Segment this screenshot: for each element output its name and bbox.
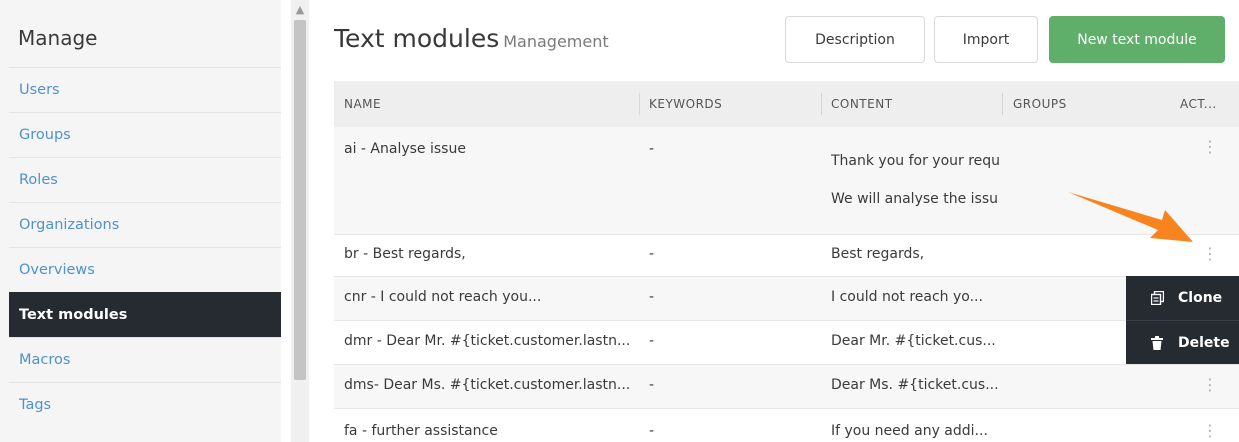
clone-menu-item[interactable]: Clone [1126, 276, 1239, 320]
sidebar-item-overviews[interactable]: Overviews [9, 247, 281, 292]
row-content: We will analyse the issu [831, 191, 998, 207]
row-content: Dear Ms. #{ticket.cus... [831, 377, 999, 393]
trash-icon [1150, 335, 1164, 350]
row-actions-icon[interactable]: ⋮ [1202, 375, 1218, 394]
row-keywords: - [649, 141, 655, 157]
sidebar-title: Manage [18, 26, 98, 50]
sidebar-item-roles[interactable]: Roles [9, 157, 281, 202]
row-content: Thank you for your requ [831, 153, 1001, 169]
delete-menu-item[interactable]: Delete [1126, 320, 1239, 364]
column-header-content[interactable]: CONTENT [831, 81, 893, 127]
row-keywords: - [649, 246, 655, 262]
column-header-keywords[interactable]: KEYWORDS [649, 81, 722, 127]
table-header: NAME KEYWORDS CONTENT GROUPS ACT... [334, 81, 1239, 127]
scroll-thumb[interactable] [294, 20, 306, 380]
row-name[interactable]: cnr - I could not reach you... [344, 289, 644, 305]
row-keywords: - [649, 423, 655, 439]
column-divider[interactable] [639, 93, 640, 115]
sidebar-item-macros[interactable]: Macros [9, 337, 281, 382]
new-text-module-button[interactable]: New text module [1049, 16, 1225, 63]
column-header-name[interactable]: NAME [344, 81, 381, 127]
row-name[interactable]: ai - Analyse issue [344, 141, 644, 157]
row-name[interactable]: dmr - Dear Mr. #{ticket.customer.lastn..… [344, 333, 644, 349]
row-actions-icon[interactable]: ⋮ [1202, 244, 1218, 263]
clone-label: Clone [1178, 290, 1223, 306]
row-keywords: - [649, 377, 655, 393]
table-row[interactable]: dms- Dear Ms. #{ticket.customer.lastn...… [334, 365, 1239, 409]
table-row[interactable]: dmr - Dear Mr. #{ticket.customer.lastn..… [334, 321, 1239, 365]
sidebar-item-tags[interactable]: Tags [9, 382, 281, 427]
sidebar: Manage Users Groups Roles Organizations … [0, 0, 281, 442]
column-divider[interactable] [821, 93, 822, 115]
row-content: Best regards, [831, 246, 925, 262]
row-keywords: - [649, 289, 655, 305]
clone-icon [1150, 291, 1164, 305]
row-actions-icon[interactable]: ⋮ [1202, 421, 1218, 440]
column-divider[interactable] [1002, 93, 1003, 115]
sidebar-scrollbar[interactable]: ▲ [291, 0, 309, 442]
sidebar-item-text-modules[interactable]: Text modules [9, 292, 281, 337]
page-title-text: Text modules [334, 24, 500, 53]
row-content: Dear Mr. #{ticket.cus... [831, 333, 996, 349]
row-content: I could not reach yo... [831, 289, 983, 305]
column-header-actions: ACT... [1180, 97, 1217, 111]
column-header-groups[interactable]: GROUPS [1013, 81, 1067, 127]
sidebar-nav: Users Groups Roles Organizations Overvie… [9, 67, 281, 427]
row-keywords: - [649, 333, 655, 349]
row-action-menu: Clone Delete [1126, 276, 1239, 364]
row-name[interactable]: fa - further assistance [344, 423, 644, 439]
row-content: If you need any addi... [831, 423, 988, 439]
sidebar-item-groups[interactable]: Groups [9, 112, 281, 157]
table-row[interactable]: cnr - I could not reach you... - I could… [334, 277, 1239, 321]
row-name[interactable]: dms- Dear Ms. #{ticket.customer.lastn... [344, 377, 644, 393]
page-title: Text modules Management [334, 24, 609, 53]
page-subtitle: Management [503, 32, 609, 51]
description-button[interactable]: Description [785, 16, 925, 63]
row-actions-icon[interactable]: ⋮ [1202, 137, 1218, 156]
sidebar-item-organizations[interactable]: Organizations [9, 202, 281, 247]
delete-label: Delete [1178, 334, 1230, 351]
sidebar-item-users[interactable]: Users [9, 67, 281, 112]
import-button[interactable]: Import [934, 16, 1038, 63]
row-name[interactable]: br - Best regards, [344, 246, 644, 262]
scroll-up-icon[interactable]: ▲ [291, 0, 309, 18]
orange-arrow-icon [1068, 192, 1193, 242]
table-row[interactable]: fa - further assistance - If you need an… [334, 409, 1239, 442]
